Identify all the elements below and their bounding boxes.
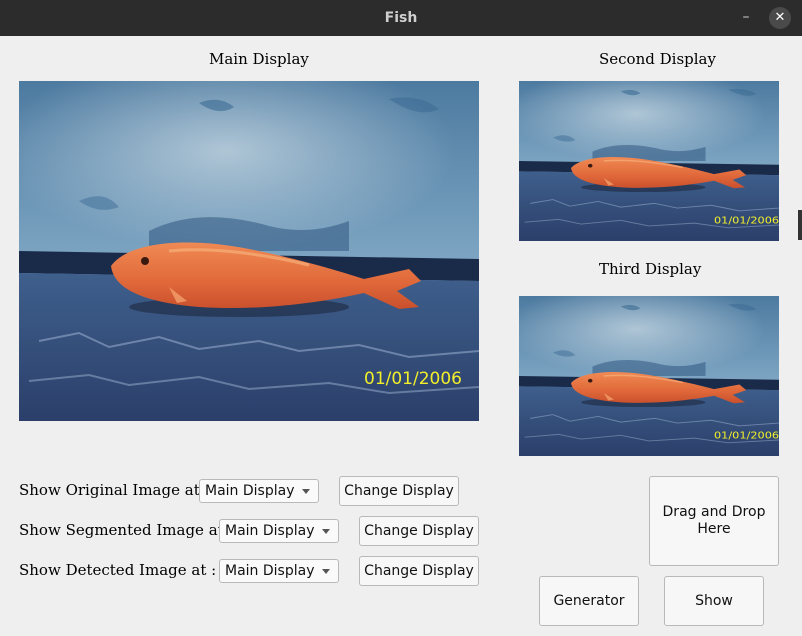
chevron-down-icon <box>302 489 310 494</box>
main-display-label: Main Display <box>209 50 309 68</box>
original-change-display-button[interactable]: Change Display <box>339 476 459 506</box>
show-button[interactable]: Show <box>664 576 764 626</box>
date-stamp: 01/01/2006 <box>714 430 779 441</box>
chevron-down-icon <box>322 569 330 574</box>
third-display-label: Third Display <box>599 260 702 278</box>
date-stamp: 01/01/2006 <box>364 369 462 389</box>
title-bar: Fish – ✕ <box>0 0 802 36</box>
detected-image-label: Show Detected Image at : <box>19 561 217 579</box>
original-image-label: Show Original Image at : <box>19 481 210 499</box>
segmented-display-select-value: Main Display <box>225 523 315 539</box>
detected-display-select-value: Main Display <box>225 563 315 579</box>
minimize-button[interactable]: – <box>738 10 754 26</box>
segmented-change-display-button[interactable]: Change Display <box>359 516 479 546</box>
drag-drop-zone[interactable]: Drag and Drop Here <box>649 476 779 566</box>
second-display-label: Second Display <box>599 50 716 68</box>
third-display-image: 01/01/2006 <box>519 296 779 456</box>
original-display-select-value: Main Display <box>205 483 295 499</box>
segmented-display-select[interactable]: Main Display <box>219 519 339 543</box>
generator-button[interactable]: Generator <box>539 576 639 626</box>
detected-display-select[interactable]: Main Display <box>219 559 339 583</box>
main-display-image: 01/01/2006 <box>19 81 479 421</box>
window-title: Fish <box>384 10 418 26</box>
segmented-image-label: Show Segmented Image at : <box>19 521 234 539</box>
second-display-image: 01/01/2006 <box>519 81 779 241</box>
window-edge <box>798 210 802 240</box>
date-stamp: 01/01/2006 <box>714 215 779 226</box>
detected-change-display-button[interactable]: Change Display <box>359 556 479 586</box>
close-button[interactable]: ✕ <box>769 7 791 29</box>
drag-drop-line1: Drag and Drop <box>662 504 766 520</box>
drag-drop-line2: Here <box>697 521 731 537</box>
chevron-down-icon <box>322 529 330 534</box>
original-display-select[interactable]: Main Display <box>199 479 319 503</box>
